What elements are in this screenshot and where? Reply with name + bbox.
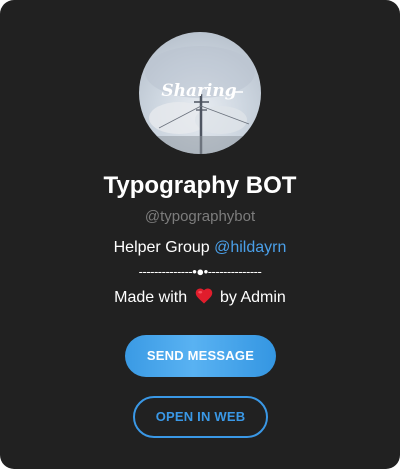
made-with-label: Made with (114, 289, 188, 306)
bot-profile-card: Sharing Typography BOT @typographybot He… (0, 0, 400, 469)
decorative-divider: --------------•●•-------------- (138, 264, 262, 279)
avatar-image: Sharing (139, 46, 261, 154)
bot-name: Typography BOT (103, 172, 297, 199)
send-message-button[interactable]: SEND MESSAGE (125, 335, 276, 377)
open-in-web-button[interactable]: OPEN IN WEB (133, 396, 268, 438)
heart-icon (195, 288, 212, 304)
helper-group-link[interactable]: @hildayrn (214, 239, 286, 256)
made-with-line: Made with by Admin (0, 287, 400, 309)
helper-group-label: Helper Group (113, 239, 215, 256)
bot-avatar[interactable]: Sharing (139, 32, 261, 154)
avatar-logo-text: Sharing (161, 81, 236, 101)
made-by-label: by Admin (220, 289, 286, 306)
bot-username[interactable]: @typographybot (0, 207, 400, 227)
helper-group-line: Helper Group @hildayrn (0, 237, 400, 259)
